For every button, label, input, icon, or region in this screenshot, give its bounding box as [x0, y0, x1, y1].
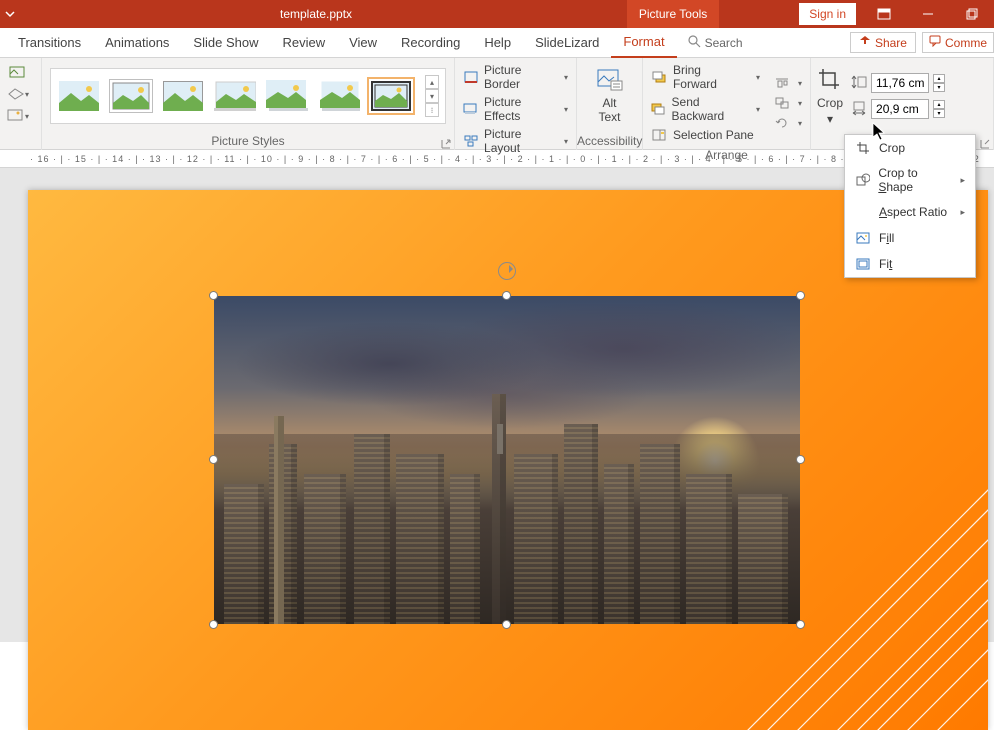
tab-review[interactable]: Review — [270, 28, 337, 58]
selected-picture[interactable] — [214, 296, 800, 624]
sign-in-button[interactable]: Sign in — [799, 3, 856, 25]
qat-dropdown[interactable] — [0, 0, 20, 28]
align-button[interactable]: ▾ — [772, 74, 804, 92]
bring-forward-icon — [651, 69, 667, 85]
group-button[interactable]: ▾ — [772, 94, 804, 112]
resize-handle-n[interactable] — [502, 291, 511, 300]
tab-recording[interactable]: Recording — [389, 28, 472, 58]
menu-crop[interactable]: Crop — [845, 135, 975, 161]
search-label: Search — [705, 36, 743, 50]
effects-icon — [463, 101, 478, 117]
border-icon — [463, 69, 478, 85]
menu-crop-to-shape[interactable]: Crop to Shape▸ — [845, 161, 975, 199]
style-thumb-4[interactable] — [213, 79, 257, 113]
selection-pane-button[interactable]: Selection Pane — [649, 126, 762, 144]
tab-view[interactable]: View — [337, 28, 389, 58]
resize-handle-nw[interactable] — [209, 291, 218, 300]
picture-border-button[interactable]: Picture Border▾ — [461, 62, 570, 92]
comment-icon — [929, 35, 941, 50]
height-input[interactable] — [871, 73, 929, 93]
fit-icon — [855, 256, 871, 272]
crop-button[interactable]: Crop ▾ — [817, 67, 843, 126]
resize-handle-w[interactable] — [209, 455, 218, 464]
width-input[interactable] — [871, 99, 929, 119]
rotate-icon — [774, 115, 790, 131]
ribbon-tabs: Transitions Animations Slide Show Review… — [0, 28, 994, 58]
group-label-styles: Picture Styles — [211, 134, 284, 148]
style-thumb-5[interactable] — [265, 79, 309, 113]
align-icon — [774, 75, 790, 91]
menu-aspect-ratio[interactable]: Aspect Ratio▸ — [845, 199, 975, 225]
height-spinner[interactable]: ▴▾ — [933, 74, 945, 92]
crop-icon — [855, 140, 871, 156]
search-box[interactable]: Search — [677, 34, 753, 51]
share-button[interactable]: Share — [850, 32, 916, 53]
change-picture-button[interactable]: ▾ — [6, 106, 30, 126]
style-thumb-3[interactable] — [161, 79, 205, 113]
crop-dropdown-arrow[interactable]: ▾ — [827, 112, 833, 126]
ribbon-display-options[interactable] — [862, 0, 906, 28]
fill-icon — [855, 230, 871, 246]
alt-text-button[interactable]: Alt Text — [597, 69, 623, 124]
resize-handle-sw[interactable] — [209, 620, 218, 629]
menu-fill[interactable]: Fill — [845, 225, 975, 251]
tab-slidelizard[interactable]: SlideLizard — [523, 28, 611, 58]
width-field[interactable]: ▴▾ — [851, 99, 945, 119]
crop-icon — [817, 67, 843, 94]
shape-icon — [855, 172, 870, 188]
remove-background-button[interactable] — [6, 62, 30, 82]
crop-dropdown-menu: Crop Crop to Shape▸ Aspect Ratio▸ Fill F… — [844, 134, 976, 278]
gallery-scroll[interactable]: ▴▾⁝ — [425, 75, 439, 117]
group-arrange: Bring Forward▾ Send Backward▾ Selection … — [643, 58, 811, 150]
tab-transitions[interactable]: Transitions — [6, 28, 93, 58]
share-icon — [859, 35, 871, 50]
group-picture-styles: ▴▾⁝ Picture Styles — [42, 58, 455, 150]
alt-text-icon — [597, 69, 623, 94]
size-launcher-icon[interactable] — [979, 138, 991, 150]
title-bar: template.pptx Picture Tools Sign in — [0, 0, 994, 28]
window-restore[interactable] — [950, 0, 994, 28]
picture-layout-button[interactable]: Picture Layout▾ — [461, 126, 570, 156]
group-accessibility: Alt Text Accessibility — [577, 58, 643, 150]
resize-handle-e[interactable] — [796, 455, 805, 464]
menu-fit[interactable]: Fit — [845, 251, 975, 277]
selection-pane-icon — [651, 127, 667, 143]
layout-icon — [463, 133, 478, 149]
height-field[interactable]: ▴▾ — [851, 73, 945, 93]
rotation-handle[interactable] — [498, 262, 516, 280]
context-tab-picture-tools[interactable]: Picture Tools — [627, 0, 719, 28]
corrections-button[interactable]: ▾ — [6, 84, 30, 104]
search-icon — [687, 34, 701, 51]
tab-slide-show[interactable]: Slide Show — [181, 28, 270, 58]
comments-button[interactable]: Comme — [922, 32, 994, 53]
send-backward-button[interactable]: Send Backward▾ — [649, 94, 762, 124]
group-picture-format: Picture Border▾ Picture Effects▾ Picture… — [455, 58, 577, 150]
tab-help[interactable]: Help — [472, 28, 523, 58]
styles-launcher-icon[interactable] — [440, 138, 452, 150]
picture-effects-button[interactable]: Picture Effects▾ — [461, 94, 570, 124]
rotate-button[interactable]: ▾ — [772, 114, 804, 132]
send-backward-icon — [651, 101, 666, 117]
width-spinner[interactable]: ▴▾ — [933, 100, 945, 118]
resize-handle-s[interactable] — [502, 620, 511, 629]
style-thumb-7[interactable] — [369, 79, 413, 113]
resize-handle-ne[interactable] — [796, 291, 805, 300]
window-minimize[interactable] — [906, 0, 950, 28]
width-icon — [851, 100, 867, 119]
group-label-arrange: Arrange — [705, 148, 748, 162]
style-thumb-2[interactable] — [109, 79, 153, 113]
group-icon — [774, 95, 790, 111]
style-thumb-1[interactable] — [57, 79, 101, 113]
city-skyline-image — [214, 296, 800, 624]
tab-animations[interactable]: Animations — [93, 28, 181, 58]
style-thumb-6[interactable] — [317, 79, 361, 113]
document-title: template.pptx — [280, 7, 352, 21]
resize-handle-se[interactable] — [796, 620, 805, 629]
tab-format[interactable]: Format — [611, 28, 676, 58]
picture-styles-gallery[interactable]: ▴▾⁝ — [50, 68, 446, 124]
bring-forward-button[interactable]: Bring Forward▾ — [649, 62, 762, 92]
height-icon — [851, 74, 867, 93]
group-adjust: ▾ ▾ — [0, 58, 42, 150]
group-label-accessibility: Accessibility — [577, 134, 642, 148]
